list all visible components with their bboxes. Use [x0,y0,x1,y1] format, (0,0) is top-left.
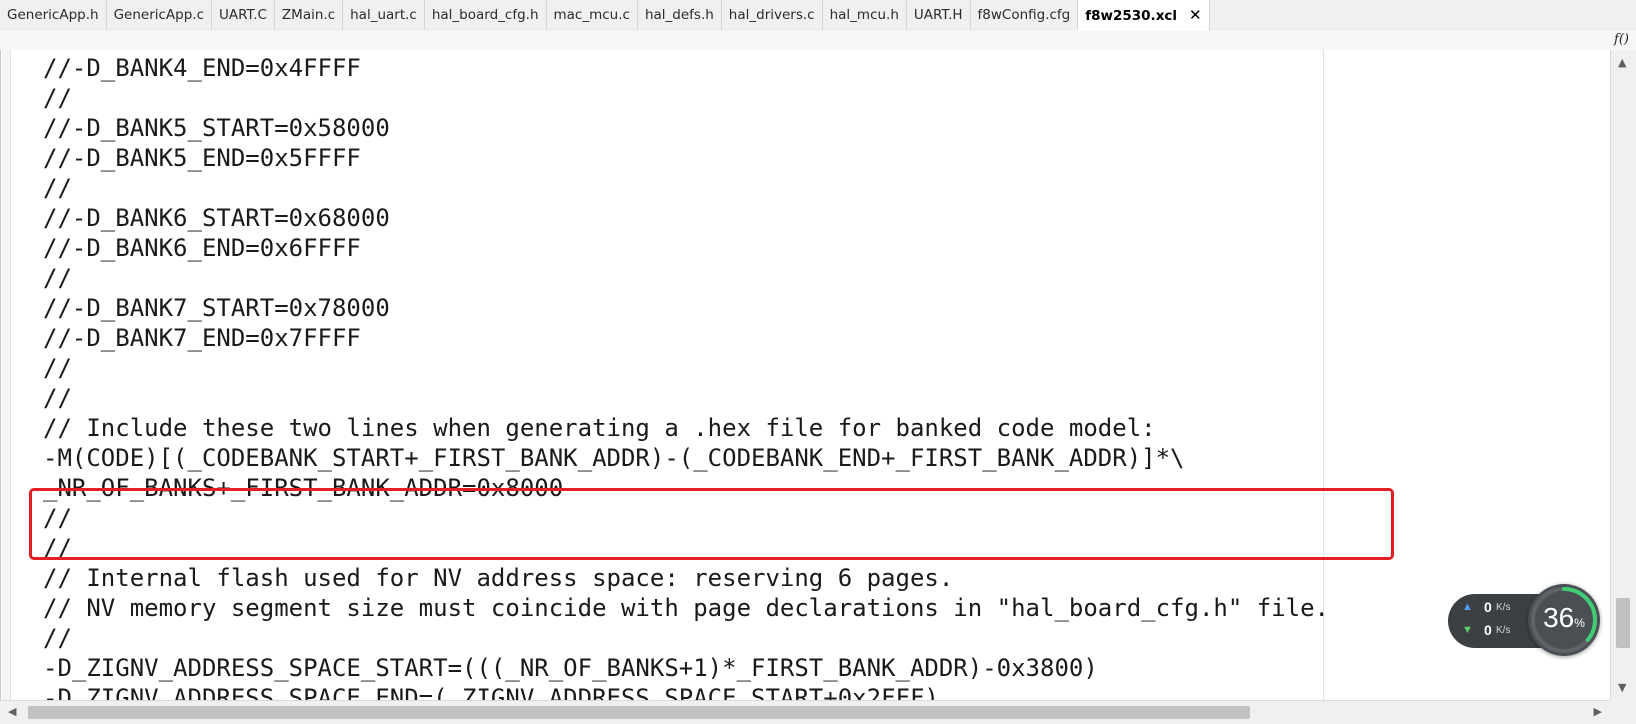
upload-arrow-icon: ▲ [1462,601,1473,613]
scrollbar-corner [1610,700,1636,724]
tab-label: f8wConfig.cfg [977,7,1071,23]
tab-label: GenericApp.c [113,7,205,23]
code-line[interactable]: // [43,263,1329,293]
code-line[interactable]: -D_ZIGNV_ADDRESS_SPACE_END=(_ZIGNV_ADDRE… [43,683,1329,700]
cpu-usage-gauge[interactable]: 36% [1528,584,1600,656]
horizontal-scrollbar[interactable]: ◀ ▶ [0,700,1610,724]
code-line[interactable]: // [43,383,1329,413]
cpu-usage-unit: % [1574,616,1585,630]
download-speed-unit: K/s [1496,625,1511,636]
vertical-scroll-thumb[interactable] [1616,598,1630,648]
tab-bar: GenericApp.h GenericApp.c UART.C ZMain.c hal… [0,0,1636,32]
code-line[interactable]: //-D_BANK7_START=0x78000 [43,293,1329,323]
network-speed-widget[interactable]: ▲ 0 K/s ▼ 0 K/s 36% [1448,584,1600,656]
upload-speed-value: 0 [1484,599,1492,615]
tab-label: hal_drivers.c [728,7,815,23]
close-tab-icon[interactable]: ✕ [1189,0,1202,30]
tab-hal-drivers-c[interactable]: hal_drivers.c [721,0,823,30]
tab-label: GenericApp.h [7,7,99,23]
tab-hal-defs-h[interactable]: hal_defs.h [637,0,722,30]
code-text[interactable]: //-D_BANK4_END=0x4FFFF////-D_BANK5_START… [43,53,1329,700]
download-arrow-icon: ▼ [1462,624,1473,636]
function-toolbar: f() [0,31,1636,51]
code-line[interactable]: // [43,173,1329,203]
scroll-left-arrow-icon[interactable]: ◀ [8,705,16,718]
vertical-scrollbar[interactable]: ▲ ▼ [1610,50,1636,700]
code-line[interactable]: //-D_BANK4_END=0x4FFFF [43,53,1329,83]
tab-f8w2530-xcl[interactable]: f8w2530.xcl ✕ [1078,0,1210,31]
tab-zmain-c[interactable]: ZMain.c [274,0,344,30]
scroll-right-arrow-icon[interactable]: ▶ [1594,705,1602,718]
upload-speed-unit: K/s [1496,602,1511,613]
cpu-usage-readout: 36% [1528,602,1600,634]
code-line[interactable]: //-D_BANK7_END=0x7FFFF [43,323,1329,353]
code-line[interactable]: // [43,623,1329,653]
code-line[interactable]: //-D_BANK6_START=0x68000 [43,203,1329,233]
code-line[interactable]: // Internal flash used for NV address sp… [43,563,1329,593]
function-list-icon[interactable]: f() [1614,32,1629,47]
code-line[interactable]: //-D_BANK6_END=0x6FFFF [43,233,1329,263]
horizontal-scroll-thumb[interactable] [28,706,1250,719]
code-line[interactable]: -D_ZIGNV_ADDRESS_SPACE_START=(((_NR_OF_B… [43,653,1329,683]
tab-label: hal_mcu.h [829,7,899,23]
tab-hal-mcu-h[interactable]: hal_mcu.h [822,0,907,30]
tab-mac-mcu-c[interactable]: mac_mcu.c [546,0,638,30]
code-line[interactable]: // [43,353,1329,383]
highlight-annotation-box [29,488,1394,560]
tab-genericapp-h[interactable]: GenericApp.h [0,0,107,30]
editor-margin [2,50,11,700]
tab-label: f8w2530.xcl [1085,8,1178,24]
tab-label: hal_board_cfg.h [431,7,539,23]
tab-label: hal_uart.c [350,7,417,23]
tab-uart-c[interactable]: UART.C [212,0,275,30]
scroll-up-arrow-icon[interactable]: ▲ [1618,56,1626,69]
tab-list: GenericApp.h GenericApp.c UART.C ZMain.c hal… [0,0,1210,31]
tab-label: hal_defs.h [644,7,714,23]
scroll-down-arrow-icon[interactable]: ▼ [1618,681,1626,694]
tab-f8wconfig-cfg[interactable]: f8wConfig.cfg [970,0,1079,30]
cpu-usage-value: 36 [1543,602,1575,633]
tab-label: UART.H [913,7,963,23]
tab-genericapp-c[interactable]: GenericApp.c [106,0,213,30]
tab-hal-uart-c[interactable]: hal_uart.c [343,0,425,30]
code-line[interactable]: //-D_BANK5_START=0x58000 [43,113,1329,143]
tab-label: ZMain.c [281,7,336,23]
code-line[interactable]: // [43,83,1329,113]
tab-label: UART.C [219,7,267,23]
code-editor[interactable]: //-D_BANK4_END=0x4FFFF////-D_BANK5_START… [0,50,1611,700]
tab-hal-board-cfg-h[interactable]: hal_board_cfg.h [424,0,547,30]
code-line[interactable]: // NV memory segment size must coincide … [43,593,1329,623]
download-speed-value: 0 [1484,622,1492,638]
tab-uart-h[interactable]: UART.H [906,0,971,30]
code-line[interactable]: -M(CODE)[(_CODEBANK_START+_FIRST_BANK_AD… [43,443,1329,473]
tab-label: mac_mcu.c [553,7,630,23]
code-line[interactable]: //-D_BANK5_END=0x5FFFF [43,143,1329,173]
code-line[interactable]: // Include these two lines when generati… [43,413,1329,443]
